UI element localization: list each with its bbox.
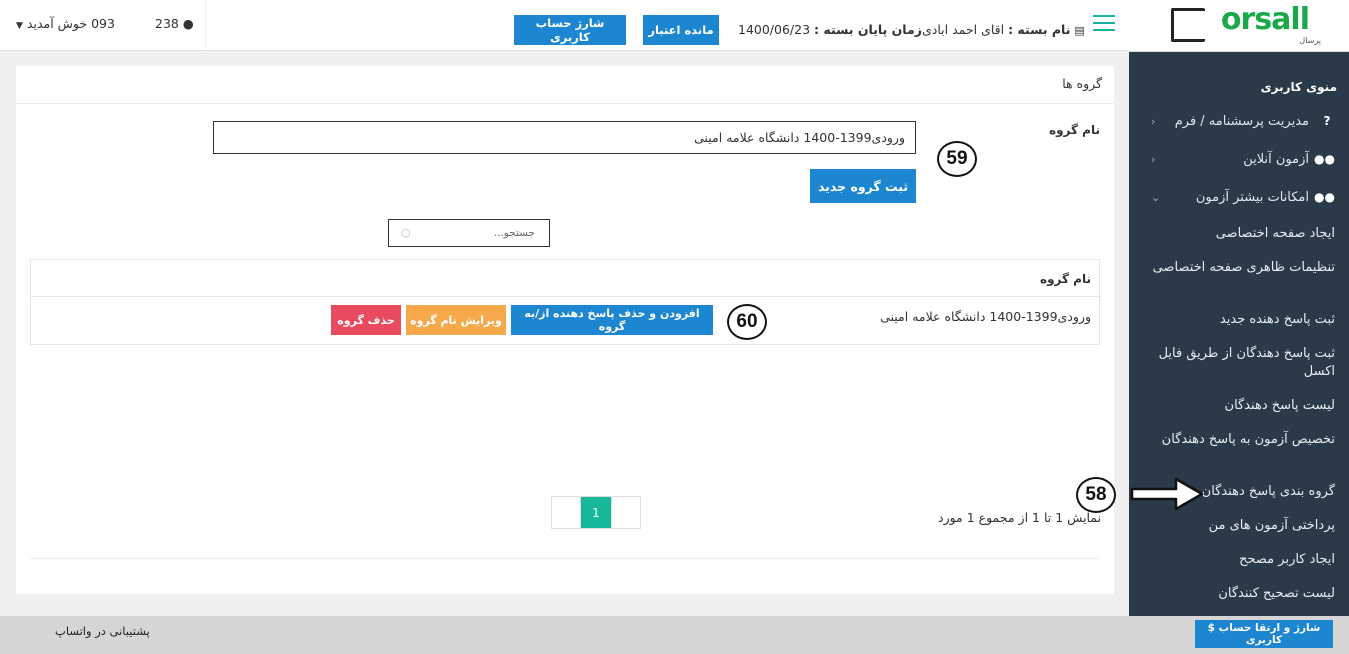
sidebar-item-more-features[interactable]: ●● امکانات بیشتر آزمون ⌄	[1129, 180, 1349, 214]
sidebar-sub-assign-exam[interactable]: تخصیص آزمون به پاسخ دهندگان	[1139, 431, 1335, 449]
chevron-left-icon: ‹	[1151, 114, 1156, 128]
chevron-left-icon: ‹	[1151, 152, 1156, 166]
logo[interactable]: orsall پرسال	[1129, 0, 1349, 52]
search-icon: ○	[401, 226, 411, 239]
logo-text: orsall	[1220, 2, 1310, 37]
sidebar-item-label: آزمون آنلاین	[1243, 151, 1309, 167]
charge-account-button[interactable]: شارژ حساب کاربری	[514, 15, 626, 45]
divider	[30, 558, 1100, 559]
sidebar-item-label: امکانات بیشتر آزمون	[1195, 189, 1309, 205]
sidebar-item-online-exam[interactable]: ●● آزمون آنلاین ‹	[1129, 142, 1349, 176]
panel-header: گروه ها	[16, 66, 1114, 104]
table-header-name: نام گروه	[1040, 272, 1091, 286]
welcome-dropdown[interactable]: 093 خوش آمدید ▼	[16, 16, 115, 31]
sidebar-sub-grader-list[interactable]: لیست تصحیح کنندگان	[1139, 585, 1335, 603]
upgrade-account-button[interactable]: $ شارژ و ارتقا حساب کاربری	[1195, 620, 1333, 648]
pager-prev[interactable]	[552, 497, 582, 528]
package-end-label: زمان پایان بسته :	[814, 22, 922, 37]
welcome-text: 093 خوش آمدید	[26, 16, 115, 31]
sidebar-item-label: مدیریت پرسشنامه / فرم	[1174, 113, 1309, 129]
package-end-value: 1400/06/23	[738, 22, 811, 37]
whatsapp-support-link[interactable]: پشتیبانی در واتساپ	[55, 624, 150, 638]
sidebar-sub-create-grader[interactable]: ایجاد کاربر مصحح	[1139, 551, 1335, 569]
annotation-arrow-icon	[1130, 477, 1204, 511]
edit-group-button[interactable]: ویرایش نام گروه	[406, 305, 506, 335]
delete-group-button[interactable]: حذف گروه	[331, 305, 401, 335]
caret-down-icon: ▼	[16, 21, 23, 31]
package-info: ▤ نام بسته : اقای احمد ابادی	[922, 22, 1085, 37]
sidebar-sub-respondent-list[interactable]: لیست پاسخ دهندگان	[1139, 397, 1335, 415]
logo-mark-icon	[1171, 8, 1205, 42]
sidebar-sub-create-page[interactable]: ایجاد صفحه اختصاصی	[1139, 225, 1335, 243]
user-icon: ●	[182, 16, 194, 31]
menu-toggle-icon[interactable]	[1093, 15, 1115, 33]
book-icon: ▤	[1074, 24, 1085, 37]
group-name-input[interactable]: ورودی1399-1400 دانشگاه علامه امینی	[213, 121, 916, 154]
balance-button[interactable]: مانده اعتبار	[643, 15, 719, 45]
submit-group-button[interactable]: ثبت گروه جدید	[810, 169, 916, 203]
question-icon: ?	[1323, 114, 1331, 128]
package-value: اقای احمد ابادی	[922, 22, 1005, 37]
add-remove-members-button[interactable]: افزودن و حذف پاسخ دهنده از/به گروه	[511, 305, 713, 335]
users-icon: ●●	[1314, 190, 1335, 204]
sidebar-sub-my-payments[interactable]: پرداختی آزمون های من	[1139, 517, 1335, 535]
pager-page-1[interactable]: 1	[581, 497, 611, 528]
groups-table: نام گروه ورودی1399-1400 دانشگاه علامه ام…	[30, 259, 1100, 345]
sidebar-sub-import-excel[interactable]: ثبت پاسخ دهندگان از طریق فایل اکسل	[1139, 345, 1335, 381]
footer: پشتیبانی در واتساپ $ شارژ و ارتقا حساب ک…	[0, 616, 1349, 654]
package-label: نام بسته :	[1008, 22, 1071, 37]
sidebar-sub-new-respondent[interactable]: ثبت پاسخ دهنده جدید	[1139, 311, 1335, 329]
pagination: 1	[551, 496, 641, 529]
user-count: ● 238	[155, 16, 194, 31]
top-header: ▤ نام بسته : اقای احمد ابادی زمان پایان …	[0, 0, 1129, 51]
search-placeholder: جستجو...	[493, 227, 535, 239]
package-end-info: زمان پایان بسته : 1400/06/23	[738, 22, 922, 37]
sidebar: orsall پرسال منوی کاربری ? مدیریت پرسشنا…	[1129, 0, 1349, 654]
annotation-badge-59: 59	[937, 141, 977, 177]
group-name-cell: ورودی1399-1400 دانشگاه علامه امینی	[880, 309, 1091, 324]
sidebar-item-questionnaire[interactable]: ? مدیریت پرسشنامه / فرم ‹	[1129, 104, 1349, 138]
panel-title: گروه ها	[1062, 76, 1102, 91]
menu-title: منوی کاربری	[1260, 80, 1337, 94]
pagination-info: نمایش 1 تا 1 از مجموع 1 مورد	[938, 510, 1102, 525]
annotation-badge-60: 60	[727, 304, 767, 340]
user-area: ● 238 093 خوش آمدید ▼	[0, 0, 206, 51]
users-icon: ●●	[1314, 152, 1335, 166]
table-header-row: نام گروه	[31, 260, 1099, 297]
table-row: ورودی1399-1400 دانشگاه علامه امینی افزود…	[31, 297, 1099, 344]
user-count-value: 238	[155, 16, 179, 31]
sidebar-sub-page-appearance[interactable]: تنظیمات ظاهری صفحه اختصاصی	[1139, 259, 1335, 277]
search-input[interactable]: جستجو... ○	[388, 219, 550, 247]
pager-next[interactable]	[610, 497, 640, 528]
group-name-label: نام گروه	[1049, 123, 1100, 137]
chevron-down-icon: ⌄	[1151, 190, 1161, 204]
annotation-badge-58: 58	[1076, 477, 1116, 513]
logo-subtext: پرسال	[1299, 36, 1321, 45]
